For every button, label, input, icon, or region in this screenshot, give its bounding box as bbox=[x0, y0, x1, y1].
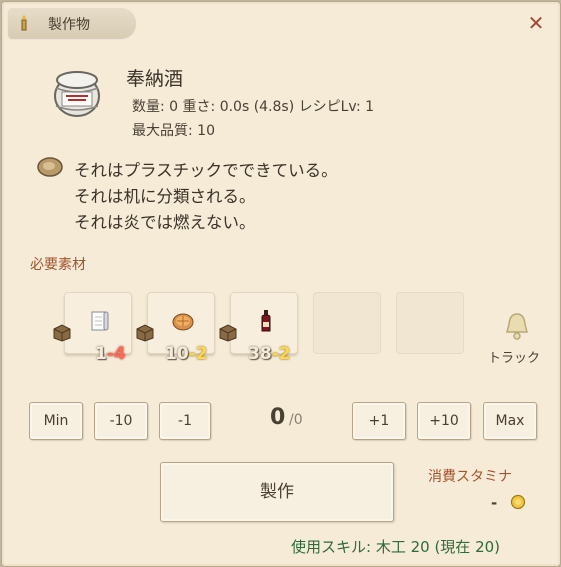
plus-10-button[interactable]: +10 bbox=[417, 402, 471, 440]
bell-icon[interactable] bbox=[502, 310, 532, 342]
box-icon bbox=[219, 324, 237, 342]
minus-1-button[interactable]: -1 bbox=[159, 402, 211, 440]
pie-icon bbox=[172, 313, 194, 331]
material-count-2: 10-2 bbox=[165, 344, 208, 364]
quantity-value: 0 bbox=[270, 405, 286, 430]
item-max-quality: 最大品質: 10 bbox=[132, 123, 215, 139]
stamina-coin-icon bbox=[510, 494, 526, 510]
description-line-2: それは机に分類される。 bbox=[74, 187, 256, 206]
close-icon[interactable]: ✕ bbox=[528, 11, 545, 35]
wine-bottle-icon bbox=[261, 310, 271, 332]
window-title: 製作物 bbox=[48, 17, 90, 33]
quantity-max: /0 bbox=[289, 412, 303, 428]
craft-button[interactable]: 製作 bbox=[160, 462, 394, 522]
material-count-1: 1-4 bbox=[95, 344, 126, 364]
material-have-3: 38 bbox=[248, 344, 272, 364]
skill-info: 使用スキル: 木工 20 (現在 20) bbox=[291, 538, 501, 556]
description-line-1: それはプラスチックでできている。 bbox=[74, 161, 338, 180]
box-icon bbox=[136, 324, 154, 342]
material-have-2: 10 bbox=[165, 344, 189, 364]
title-tab: 製作物 bbox=[8, 8, 136, 38]
description-line-3: それは炎では燃えない。 bbox=[74, 213, 256, 232]
stamina-label: 消費スタミナ bbox=[428, 469, 512, 485]
material-need-3: -2 bbox=[271, 344, 291, 364]
crafting-window: 製作物 ✕ 奉納酒 数量: 0 重さ: 0.0s (4.8s) レシピLv: 1… bbox=[1, 1, 561, 567]
material-have-1: 1 bbox=[95, 344, 107, 364]
box-icon bbox=[53, 324, 71, 342]
min-button[interactable]: Min bbox=[29, 402, 83, 440]
candle-icon bbox=[21, 15, 27, 31]
track-label[interactable]: トラック bbox=[488, 347, 540, 366]
minus-10-button[interactable]: -10 bbox=[94, 402, 148, 440]
close-button[interactable]: ✕ bbox=[526, 12, 546, 34]
max-button[interactable]: Max bbox=[483, 402, 537, 440]
item-stats: 数量: 0 重さ: 0.0s (4.8s) レシピLv: 1 bbox=[132, 99, 375, 115]
sake-barrel-icon bbox=[54, 71, 100, 117]
material-need-1: -4 bbox=[106, 344, 126, 364]
item-name: 奉納酒 bbox=[126, 68, 184, 90]
paper-roll-icon bbox=[91, 311, 109, 331]
plus-1-button[interactable]: +1 bbox=[352, 402, 406, 440]
material-chunk-icon bbox=[37, 157, 63, 177]
stamina-value: - bbox=[491, 494, 498, 512]
material-need-2: -2 bbox=[188, 344, 208, 364]
materials-label: 必要素材 bbox=[30, 257, 86, 273]
material-slot-empty bbox=[313, 292, 381, 354]
material-slot-empty bbox=[396, 292, 464, 354]
material-count-3: 38-2 bbox=[248, 344, 291, 364]
